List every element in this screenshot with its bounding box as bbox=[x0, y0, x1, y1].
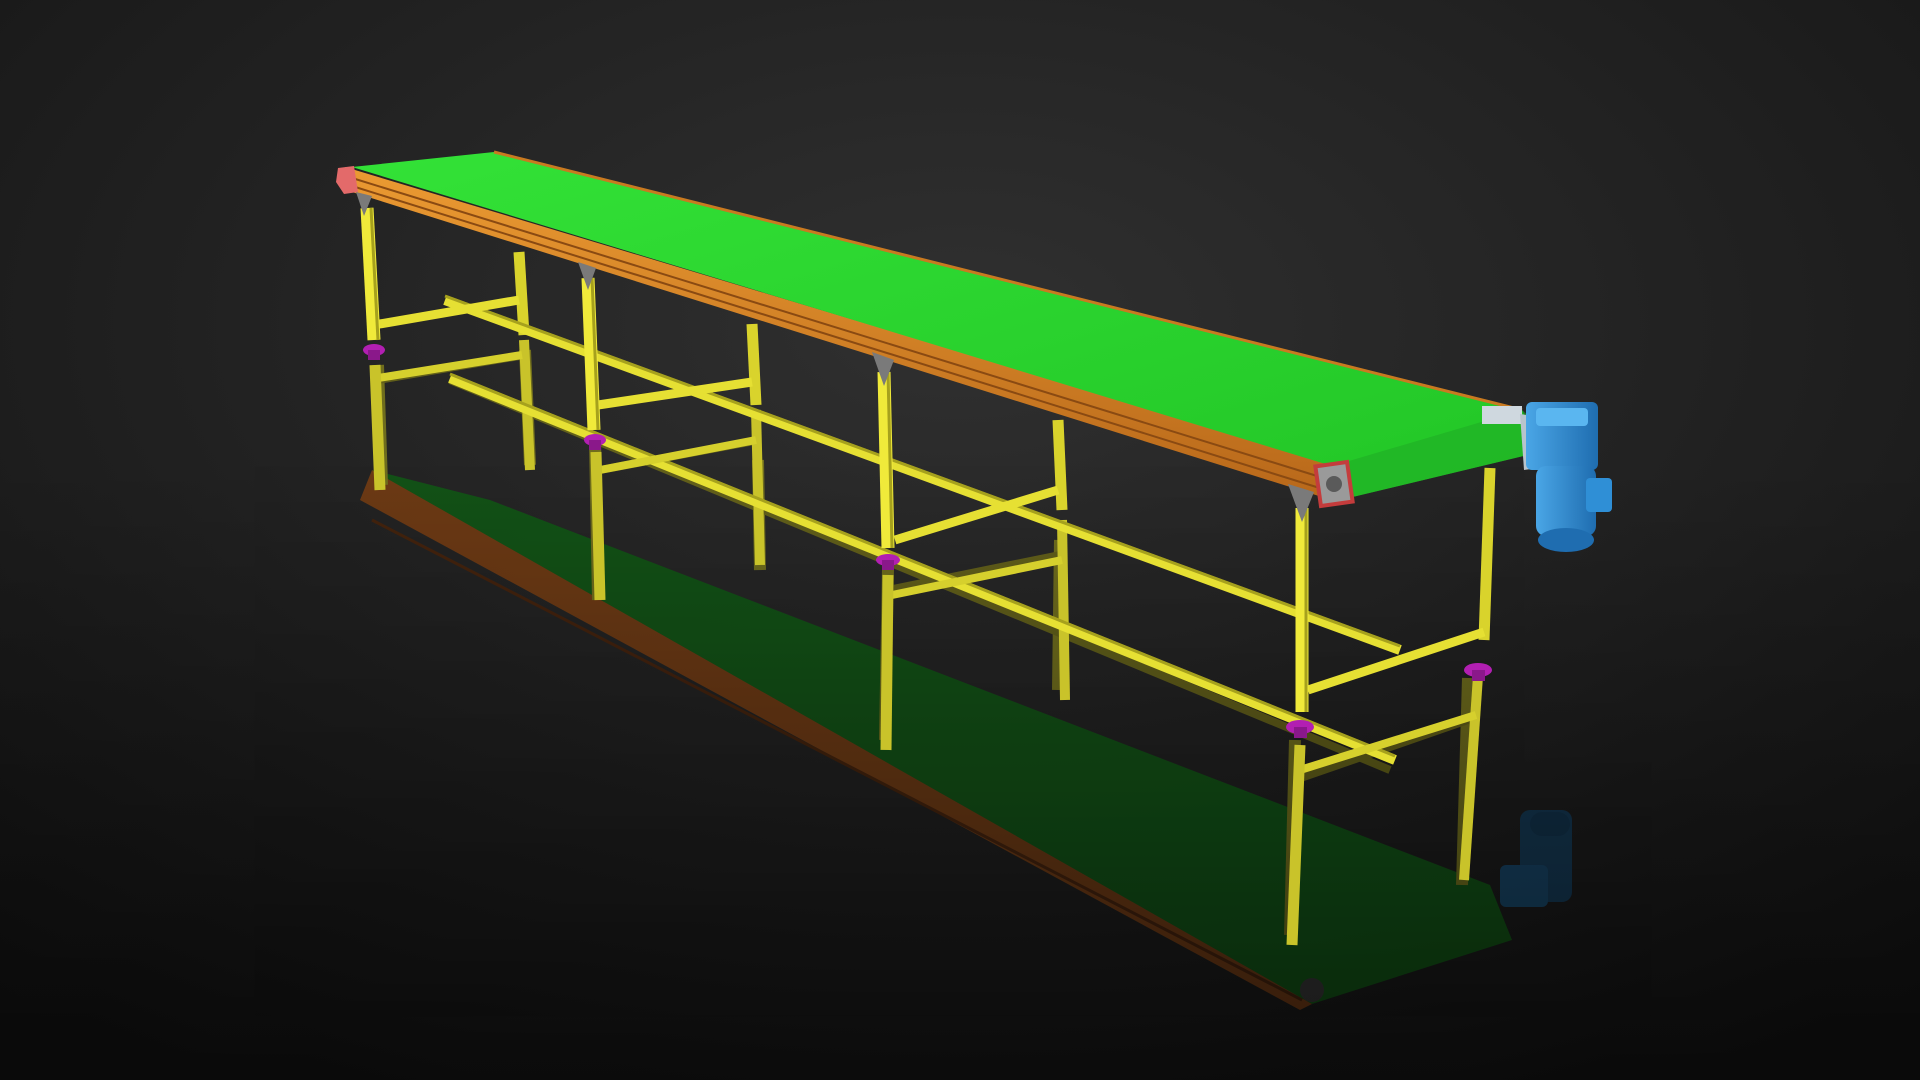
motor-adapter bbox=[1482, 406, 1522, 424]
cad-viewport[interactable] bbox=[0, 0, 1920, 1080]
roller-bearing bbox=[1326, 476, 1342, 492]
terminal-box bbox=[1586, 478, 1612, 512]
drive-end-plate bbox=[1313, 459, 1355, 509]
gearbox-top bbox=[1536, 408, 1588, 426]
conveyor-scene bbox=[0, 0, 1920, 1080]
motor-fan-cover bbox=[1538, 528, 1594, 552]
reflection-fade bbox=[0, 460, 1920, 1080]
